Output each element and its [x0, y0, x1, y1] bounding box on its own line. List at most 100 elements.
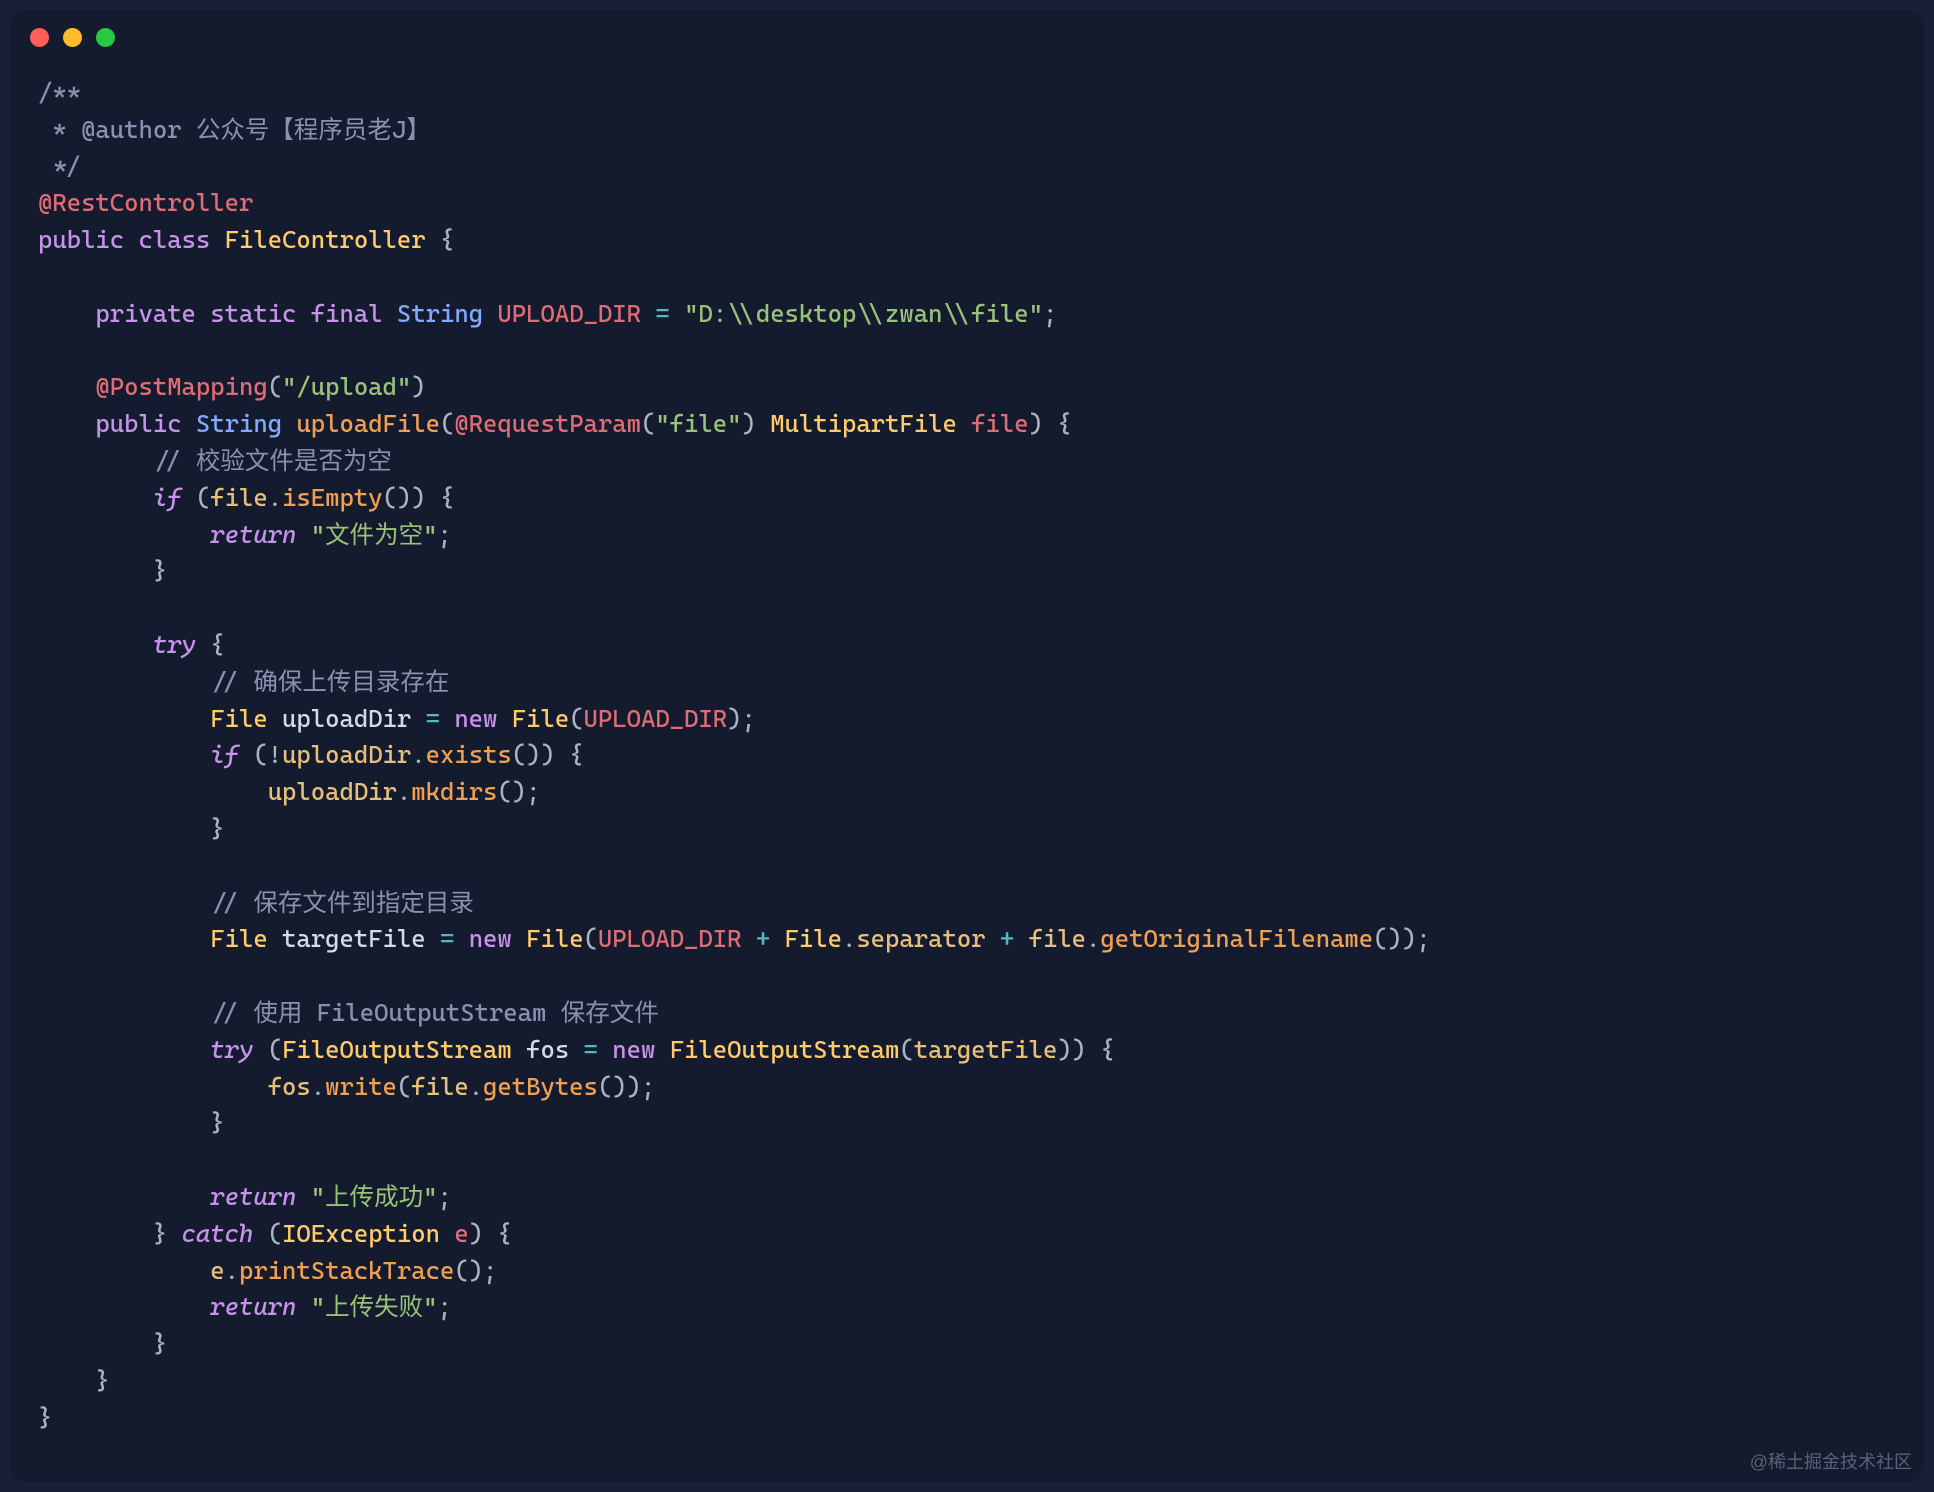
- e-param: e: [454, 1219, 468, 1248]
- dot: .: [225, 1256, 239, 1285]
- parens: (): [383, 483, 412, 512]
- rparen: ): [741, 409, 755, 438]
- javadoc-author: * @author 公众号【程序员老J】: [38, 115, 431, 144]
- equals: =: [411, 704, 454, 733]
- uploaddir-var: uploadDir: [282, 704, 411, 733]
- brace: }: [210, 814, 224, 843]
- javadoc-open: /**: [38, 78, 81, 107]
- method-name: uploadFile: [296, 409, 440, 438]
- semicolon: ;: [437, 1182, 451, 1211]
- write-call: write: [325, 1072, 397, 1101]
- file-class: File: [785, 924, 842, 953]
- comment-use-fos: // 使用 FileOutputStream 保存文件: [210, 998, 658, 1027]
- new-keyword: new: [612, 1035, 655, 1064]
- javadoc-close: */: [38, 152, 81, 181]
- lparen-not: (!: [239, 740, 282, 769]
- lparen: (: [584, 924, 598, 953]
- comment-validate: // 校验文件是否为空: [153, 446, 392, 475]
- lparen: (: [182, 483, 211, 512]
- new-keyword: new: [454, 704, 497, 733]
- lparen: (: [641, 409, 655, 438]
- file-type: File: [210, 924, 267, 953]
- upload-path-string: "/upload": [282, 372, 411, 401]
- dot: .: [469, 1072, 483, 1101]
- watermark: @稀土掘金技术社区: [1750, 1448, 1912, 1474]
- brace: }: [153, 1329, 167, 1358]
- parens-semi: ();: [497, 777, 540, 806]
- new-keyword: new: [469, 924, 512, 953]
- file-var: file: [210, 483, 267, 512]
- getbytes-call: getBytes: [483, 1072, 598, 1101]
- public-keyword: public: [38, 225, 124, 254]
- return-keyword: return: [210, 520, 296, 549]
- lparen: (: [569, 704, 583, 733]
- lparen: (: [899, 1035, 913, 1064]
- if-keyword: if: [210, 740, 239, 769]
- upload-dir-ref: UPLOAD_DIR: [598, 924, 742, 953]
- failure-string: "上传失败": [311, 1292, 438, 1321]
- targetfile-var: targetFile: [282, 924, 426, 953]
- isempty-call: isEmpty: [282, 483, 383, 512]
- uploaddir-var: uploadDir: [268, 777, 397, 806]
- rparen-brace: ) {: [540, 740, 583, 769]
- dot: .: [268, 483, 282, 512]
- fos-ctor: FileOutputStream: [670, 1035, 900, 1064]
- semicolon: ;: [437, 520, 451, 549]
- plus: +: [986, 924, 1029, 953]
- code-window: /** * @author 公众号【程序员老J】 */ @RestControl…: [10, 10, 1924, 1482]
- file-ctor: File: [526, 924, 583, 953]
- equals: =: [641, 299, 684, 328]
- upload-dir-ref: UPLOAD_DIR: [584, 704, 728, 733]
- close-icon[interactable]: [30, 28, 49, 47]
- public-keyword: public: [95, 409, 181, 438]
- equals: =: [569, 1035, 612, 1064]
- plus: +: [741, 924, 784, 953]
- return-keyword: return: [210, 1182, 296, 1211]
- dot: .: [397, 777, 411, 806]
- rest-controller-annotation: @RestController: [38, 188, 253, 217]
- mkdirs-call: mkdirs: [411, 777, 497, 806]
- rparen-brace: ) {: [411, 483, 454, 512]
- lparen: (: [397, 1072, 411, 1101]
- if-keyword: if: [153, 483, 182, 512]
- comment-ensure-dir: // 确保上传目录存在: [210, 667, 449, 696]
- maximize-icon[interactable]: [96, 28, 115, 47]
- rparen: ): [411, 372, 425, 401]
- file-var: file: [411, 1072, 468, 1101]
- e-var: e: [210, 1256, 224, 1285]
- equals: =: [426, 924, 469, 953]
- brace: }: [153, 556, 167, 585]
- comment-save-file: // 保存文件到指定目录: [210, 888, 474, 917]
- semicolon: ;: [1043, 299, 1057, 328]
- minimize-icon[interactable]: [63, 28, 82, 47]
- final-keyword: final: [311, 299, 383, 328]
- dot: .: [1086, 924, 1100, 953]
- getoriginalfilename-call: getOriginalFilename: [1100, 924, 1373, 953]
- class-keyword: class: [139, 225, 211, 254]
- lparen: (: [440, 409, 454, 438]
- parens: (): [512, 740, 541, 769]
- catch-keyword: catch: [182, 1219, 254, 1248]
- brace: }: [95, 1366, 109, 1395]
- path-string: "D:\\desktop\\zwan\\file": [684, 299, 1043, 328]
- static-keyword: static: [210, 299, 296, 328]
- file-var: file: [1029, 924, 1086, 953]
- brace: {: [1043, 409, 1072, 438]
- targetfile-ref: targetFile: [914, 1035, 1058, 1064]
- dot: .: [842, 924, 856, 953]
- return-keyword: return: [210, 1292, 296, 1321]
- try-keyword: try: [153, 630, 196, 659]
- file-string: "file": [655, 409, 741, 438]
- brace: }: [210, 1108, 224, 1137]
- class-name: FileController: [225, 225, 426, 254]
- fos-var: fos: [526, 1035, 569, 1064]
- private-keyword: private: [95, 299, 196, 328]
- fos-type: FileOutputStream: [282, 1035, 512, 1064]
- brace: {: [196, 630, 225, 659]
- try-keyword: try: [210, 1035, 253, 1064]
- file-param: file: [971, 409, 1028, 438]
- parens-semi: ();: [454, 1256, 497, 1285]
- dot: .: [311, 1072, 325, 1101]
- fos-var: fos: [268, 1072, 311, 1101]
- dot: .: [411, 740, 425, 769]
